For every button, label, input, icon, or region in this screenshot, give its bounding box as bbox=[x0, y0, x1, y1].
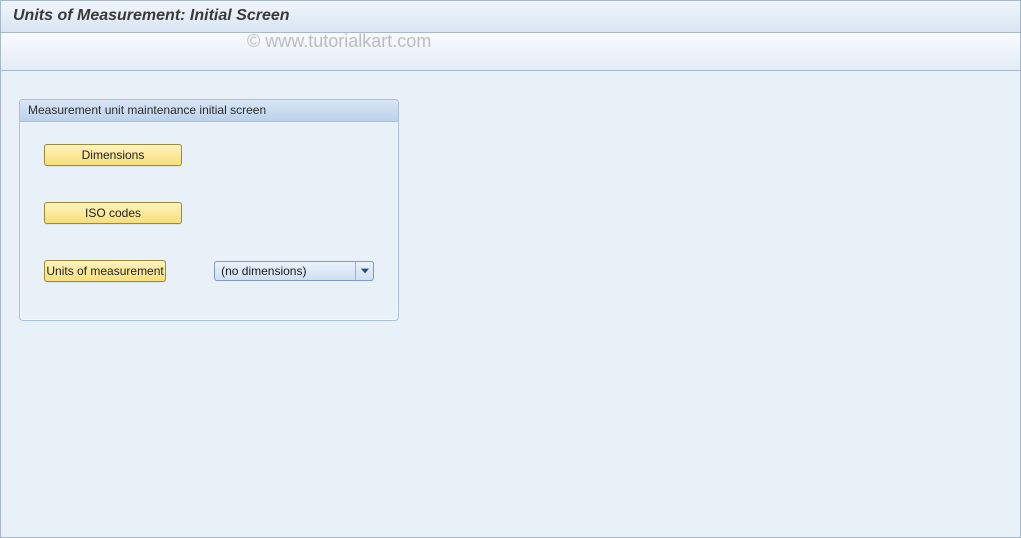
maintenance-groupbox: Measurement unit maintenance initial scr… bbox=[19, 99, 399, 321]
title-bar: Units of Measurement: Initial Screen bbox=[1, 1, 1020, 33]
dimension-select-value: (no dimensions) bbox=[221, 264, 355, 278]
application-toolbar bbox=[1, 33, 1020, 71]
content-area: Measurement unit maintenance initial scr… bbox=[1, 71, 1020, 321]
groupbox-title: Measurement unit maintenance initial scr… bbox=[20, 100, 398, 122]
chevron-down-icon bbox=[355, 262, 373, 280]
row-dimensions: Dimensions bbox=[44, 144, 374, 166]
row-iso-codes: ISO codes bbox=[44, 202, 374, 224]
dimensions-button[interactable]: Dimensions bbox=[44, 144, 182, 166]
page-title: Units of Measurement: Initial Screen bbox=[13, 7, 290, 24]
dimension-select[interactable]: (no dimensions) bbox=[214, 261, 374, 281]
iso-codes-button[interactable]: ISO codes bbox=[44, 202, 182, 224]
units-of-measurement-button[interactable]: Units of measurement bbox=[44, 260, 166, 282]
groupbox-body: Dimensions ISO codes Units of measuremen… bbox=[20, 122, 398, 320]
row-uom: Units of measurement (no dimensions) bbox=[44, 260, 374, 282]
